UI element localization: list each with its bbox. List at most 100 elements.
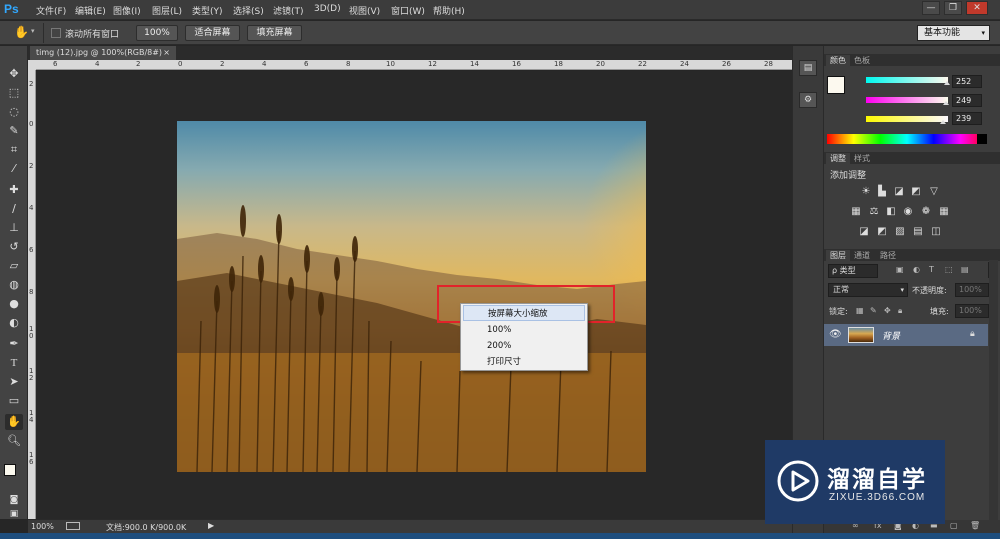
brightness-contrast-icon[interactable]: ☀ [860,186,872,197]
color-lookup-icon[interactable]: ▦ [938,206,950,217]
menu-type[interactable]: 类型(Y) [192,4,223,17]
tab-adjustments[interactable]: 调整 [826,153,850,164]
fill-screen-button[interactable]: 填充屏幕 [247,25,302,41]
tab-styles[interactable]: 样式 [854,153,870,164]
vibrance-icon[interactable]: ▽ [928,186,940,197]
scroll-all-windows-checkbox[interactable] [51,28,61,38]
type-tool-icon[interactable]: T [5,355,23,371]
vertical-ruler[interactable]: 2 0 2 4 6 8 1 0 1 2 1 4 1 6 [28,70,36,519]
horizontal-ruler[interactable]: 6 4 2 0 2 4 6 8 10 12 14 16 18 20 22 24 … [36,60,792,70]
color-spectrum-bar[interactable] [827,134,987,144]
menu-select[interactable]: 选择(S) [233,4,264,17]
channel-mixer-icon[interactable]: ❁ [920,206,932,217]
zoom-tool-icon[interactable]: 🔍︎ [5,433,23,449]
path-selection-tool-icon[interactable]: ➤ [5,374,23,390]
filter-smart-object-icon[interactable]: ▤ [961,265,969,274]
filter-type-icon[interactable]: T [929,265,934,274]
layer-filter-select[interactable]: ρ 类型 [828,264,878,278]
healing-brush-tool-icon[interactable]: ✚ [5,182,23,198]
color-balance-icon[interactable]: ⚖ [868,206,880,217]
history-brush-tool-icon[interactable]: ↺ [5,239,23,255]
menu-view[interactable]: 视图(V) [349,4,380,17]
blur-tool-icon[interactable]: ● [5,296,23,312]
context-item-200[interactable]: 200% [463,338,585,354]
hand-tool-preset-icon[interactable]: ✋ [14,25,29,39]
menu-filter[interactable]: 滤镜(T) [273,4,304,17]
workspace-select[interactable]: 基本功能 ▾ [917,25,990,41]
context-item-fit-screen[interactable]: 按屏幕大小缩放 [463,305,585,321]
visibility-eye-icon[interactable]: 👁︎ [829,329,842,340]
tab-layers[interactable]: 图层 [826,250,850,261]
screen-mode-icon[interactable]: ▣ [5,506,23,522]
channel-b-slider[interactable] [866,116,948,124]
invert-icon[interactable]: ◪ [858,226,870,237]
slider-thumb[interactable] [943,101,950,105]
paint-bucket-tool-icon[interactable]: ◍ [5,277,23,293]
hue-saturation-icon[interactable]: ▦ [850,206,862,217]
photo-filter-icon[interactable]: ◉ [902,206,914,217]
black-white-icon[interactable]: ◧ [885,206,897,217]
foreground-color-swatch[interactable] [4,464,16,476]
channel-b-value[interactable]: 239 [952,112,982,125]
fill-field[interactable]: 100% [955,304,989,318]
context-item-print-size[interactable]: 打印尺寸 [463,354,585,370]
layer-row-background[interactable]: 👁︎ 背景 🔒︎ [824,324,988,346]
slider-thumb[interactable] [944,81,951,85]
document-tab[interactable]: timg (12).jpg @ 100%(RGB/8#) × [30,46,176,60]
layer-name[interactable]: 背景 [882,329,900,342]
curves-icon[interactable]: ◪ [893,186,905,197]
document-info-icon[interactable] [66,522,80,530]
menu-window[interactable]: 窗口(W) [391,4,425,17]
channel-r-value[interactable]: 252 [952,75,982,88]
context-item-100[interactable]: 100% [463,322,585,338]
opacity-field[interactable]: 100% [955,283,989,297]
channel-g-value[interactable]: 249 [952,94,982,107]
eraser-tool-icon[interactable]: ▱ [5,258,23,274]
marquee-tool-icon[interactable]: ⬚ [5,85,23,101]
lock-transparent-icon[interactable]: ▦ [856,306,864,315]
menu-file[interactable]: 文件(F) [36,4,66,17]
channel-g-slider[interactable] [866,97,950,105]
eyedropper-tool-icon[interactable]: ⁄ [5,161,23,177]
tab-channels[interactable]: 通道 [854,250,870,261]
layers-scrollbar[interactable] [989,260,998,528]
rectangle-tool-icon[interactable]: ▭ [5,393,23,409]
properties-panel-icon[interactable]: ⚙ [799,92,817,108]
spectrum-black-swatch[interactable] [977,134,987,144]
crop-tool-icon[interactable]: ⌗ [5,142,23,158]
new-layer-icon[interactable]: ▢ [950,521,958,530]
zoom-100-button[interactable]: 100% [136,25,178,41]
lock-image-icon[interactable]: ✎ [870,306,877,315]
brush-tool-icon[interactable]: ∕ [5,201,23,217]
levels-icon[interactable]: ▙ [876,186,888,197]
menu-help[interactable]: 帮助(H) [433,4,465,17]
channel-r-slider[interactable] [866,77,951,85]
delete-layer-icon[interactable]: 🗑︎ [970,521,980,530]
ruler-origin[interactable] [28,60,36,70]
tab-paths[interactable]: 路径 [880,250,896,261]
filter-adjustment-icon[interactable]: ◐ [913,265,920,274]
history-panel-icon[interactable]: ▤ [799,60,817,76]
lock-all-icon[interactable]: 🔒︎ [898,306,902,316]
pen-tool-icon[interactable]: ✒ [5,336,23,352]
menu-layer[interactable]: 图层(L) [152,4,182,17]
blend-mode-select[interactable]: 正常 ▾ [828,283,908,297]
restore-button[interactable]: ❐ [944,1,962,15]
filter-pixel-icon[interactable]: ▣ [896,265,904,274]
menu-3d[interactable]: 3D(D) [314,4,341,14]
slider-thumb[interactable] [939,120,946,124]
menu-edit[interactable]: 编辑(E) [75,4,106,17]
menu-image[interactable]: 图像(I) [113,4,141,17]
close-tab-icon[interactable]: × [163,46,170,59]
dodge-tool-icon[interactable]: ◐ [5,315,23,331]
posterize-icon[interactable]: ◩ [876,226,888,237]
filter-shape-icon[interactable]: ⬚ [945,265,953,274]
fit-screen-button[interactable]: 适合屏幕 [185,25,240,41]
quick-select-tool-icon[interactable]: ✎ [5,123,23,139]
threshold-icon[interactable]: ▨ [894,226,906,237]
move-tool-icon[interactable]: ✥ [5,66,23,82]
clone-stamp-tool-icon[interactable]: ⊥ [5,220,23,236]
zoom-level[interactable]: 100% [31,522,54,531]
lasso-tool-icon[interactable]: ◌ [5,104,23,120]
close-window-button[interactable]: ✕ [966,1,988,15]
